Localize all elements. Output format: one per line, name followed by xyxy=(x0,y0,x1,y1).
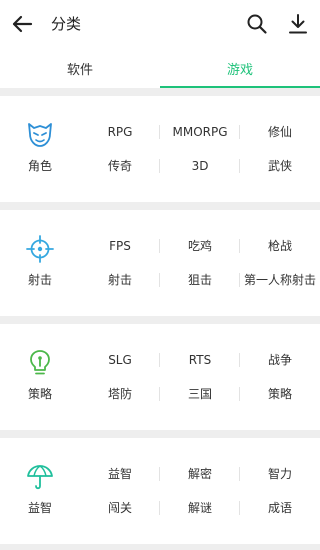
cell-divider xyxy=(239,159,240,173)
category-section-shooting: 射击 FPS 吃鸡 枪战 射击 狙击 第一人称射击 xyxy=(0,220,320,322)
category-main-label[interactable]: 益智 xyxy=(0,498,80,518)
divider xyxy=(0,430,320,438)
cell-divider xyxy=(239,273,240,287)
page-title: 分类 xyxy=(51,15,82,33)
back-button[interactable] xyxy=(8,10,36,38)
tag-item[interactable]: RPG xyxy=(80,122,160,142)
download-icon xyxy=(289,14,307,34)
cell-divider xyxy=(239,387,240,401)
cell-divider xyxy=(159,501,160,515)
tag-item[interactable]: 智力 xyxy=(240,464,320,484)
search-button[interactable] xyxy=(243,10,271,38)
category-main-label[interactable]: 角色 xyxy=(0,156,80,176)
app-bar: 分类 xyxy=(0,0,320,48)
divider xyxy=(0,202,320,210)
tag-item[interactable]: 射击 xyxy=(80,270,160,290)
divider xyxy=(0,544,320,550)
tag-item[interactable]: MMORPG xyxy=(160,122,240,142)
tag-item[interactable]: SLG xyxy=(80,350,160,370)
cell-divider xyxy=(159,353,160,367)
cell-divider xyxy=(239,125,240,139)
cell-divider xyxy=(239,501,240,515)
tag-item[interactable]: 修仙 xyxy=(240,122,320,142)
category-section-role: 角色 RPG MMORPG 修仙 传奇 3D 武侠 xyxy=(0,106,320,208)
cell-divider xyxy=(239,239,240,253)
tag-item[interactable]: 吃鸡 xyxy=(160,236,240,256)
category-section-strategy: 策略 SLG RTS 战争 塔防 三国 策略 xyxy=(0,334,320,436)
tag-item[interactable]: 成语 xyxy=(240,498,320,518)
cell-divider xyxy=(159,387,160,401)
cell-divider xyxy=(239,353,240,367)
cell-divider xyxy=(239,467,240,481)
umbrella-icon xyxy=(27,465,53,490)
crosshair-icon xyxy=(26,235,54,263)
divider xyxy=(0,88,320,96)
tag-item[interactable]: 传奇 xyxy=(80,156,160,176)
cell-divider xyxy=(159,467,160,481)
tag-item[interactable]: 策略 xyxy=(240,384,320,404)
category-main-label[interactable]: 策略 xyxy=(0,384,80,404)
category-tabs: 软件 游戏 xyxy=(0,48,320,88)
tag-item[interactable]: FPS xyxy=(80,236,160,256)
category-main-label[interactable]: 射击 xyxy=(0,270,80,290)
search-icon xyxy=(247,14,267,34)
tag-item[interactable]: 塔防 xyxy=(80,384,160,404)
tag-item[interactable]: 枪战 xyxy=(240,236,320,256)
divider xyxy=(0,316,320,324)
tag-item[interactable]: 解谜 xyxy=(160,498,240,518)
tag-item[interactable]: 解密 xyxy=(160,464,240,484)
cell-divider xyxy=(159,159,160,173)
tab-software[interactable]: 软件 xyxy=(0,48,160,88)
tag-item[interactable]: RTS xyxy=(160,350,240,370)
tag-item[interactable]: 益智 xyxy=(80,464,160,484)
tab-games[interactable]: 游戏 xyxy=(160,48,320,88)
tag-item[interactable]: 闯关 xyxy=(80,498,160,518)
tag-item[interactable]: 狙击 xyxy=(160,270,240,290)
cell-divider xyxy=(159,273,160,287)
back-arrow-icon xyxy=(12,15,33,33)
tag-item[interactable]: 3D xyxy=(160,156,240,176)
mask-icon xyxy=(28,123,52,147)
cell-divider xyxy=(159,239,160,253)
tag-item[interactable]: 第一人称射击 xyxy=(240,270,320,290)
download-button[interactable] xyxy=(284,10,312,38)
tag-item[interactable]: 武侠 xyxy=(240,156,320,176)
tag-item[interactable]: 三国 xyxy=(160,384,240,404)
cell-divider xyxy=(159,125,160,139)
category-section-puzzle: 益智 益智 解密 智力 闯关 解谜 成语 xyxy=(0,448,320,550)
lightbulb-icon xyxy=(30,350,50,375)
tag-item[interactable]: 战争 xyxy=(240,350,320,370)
